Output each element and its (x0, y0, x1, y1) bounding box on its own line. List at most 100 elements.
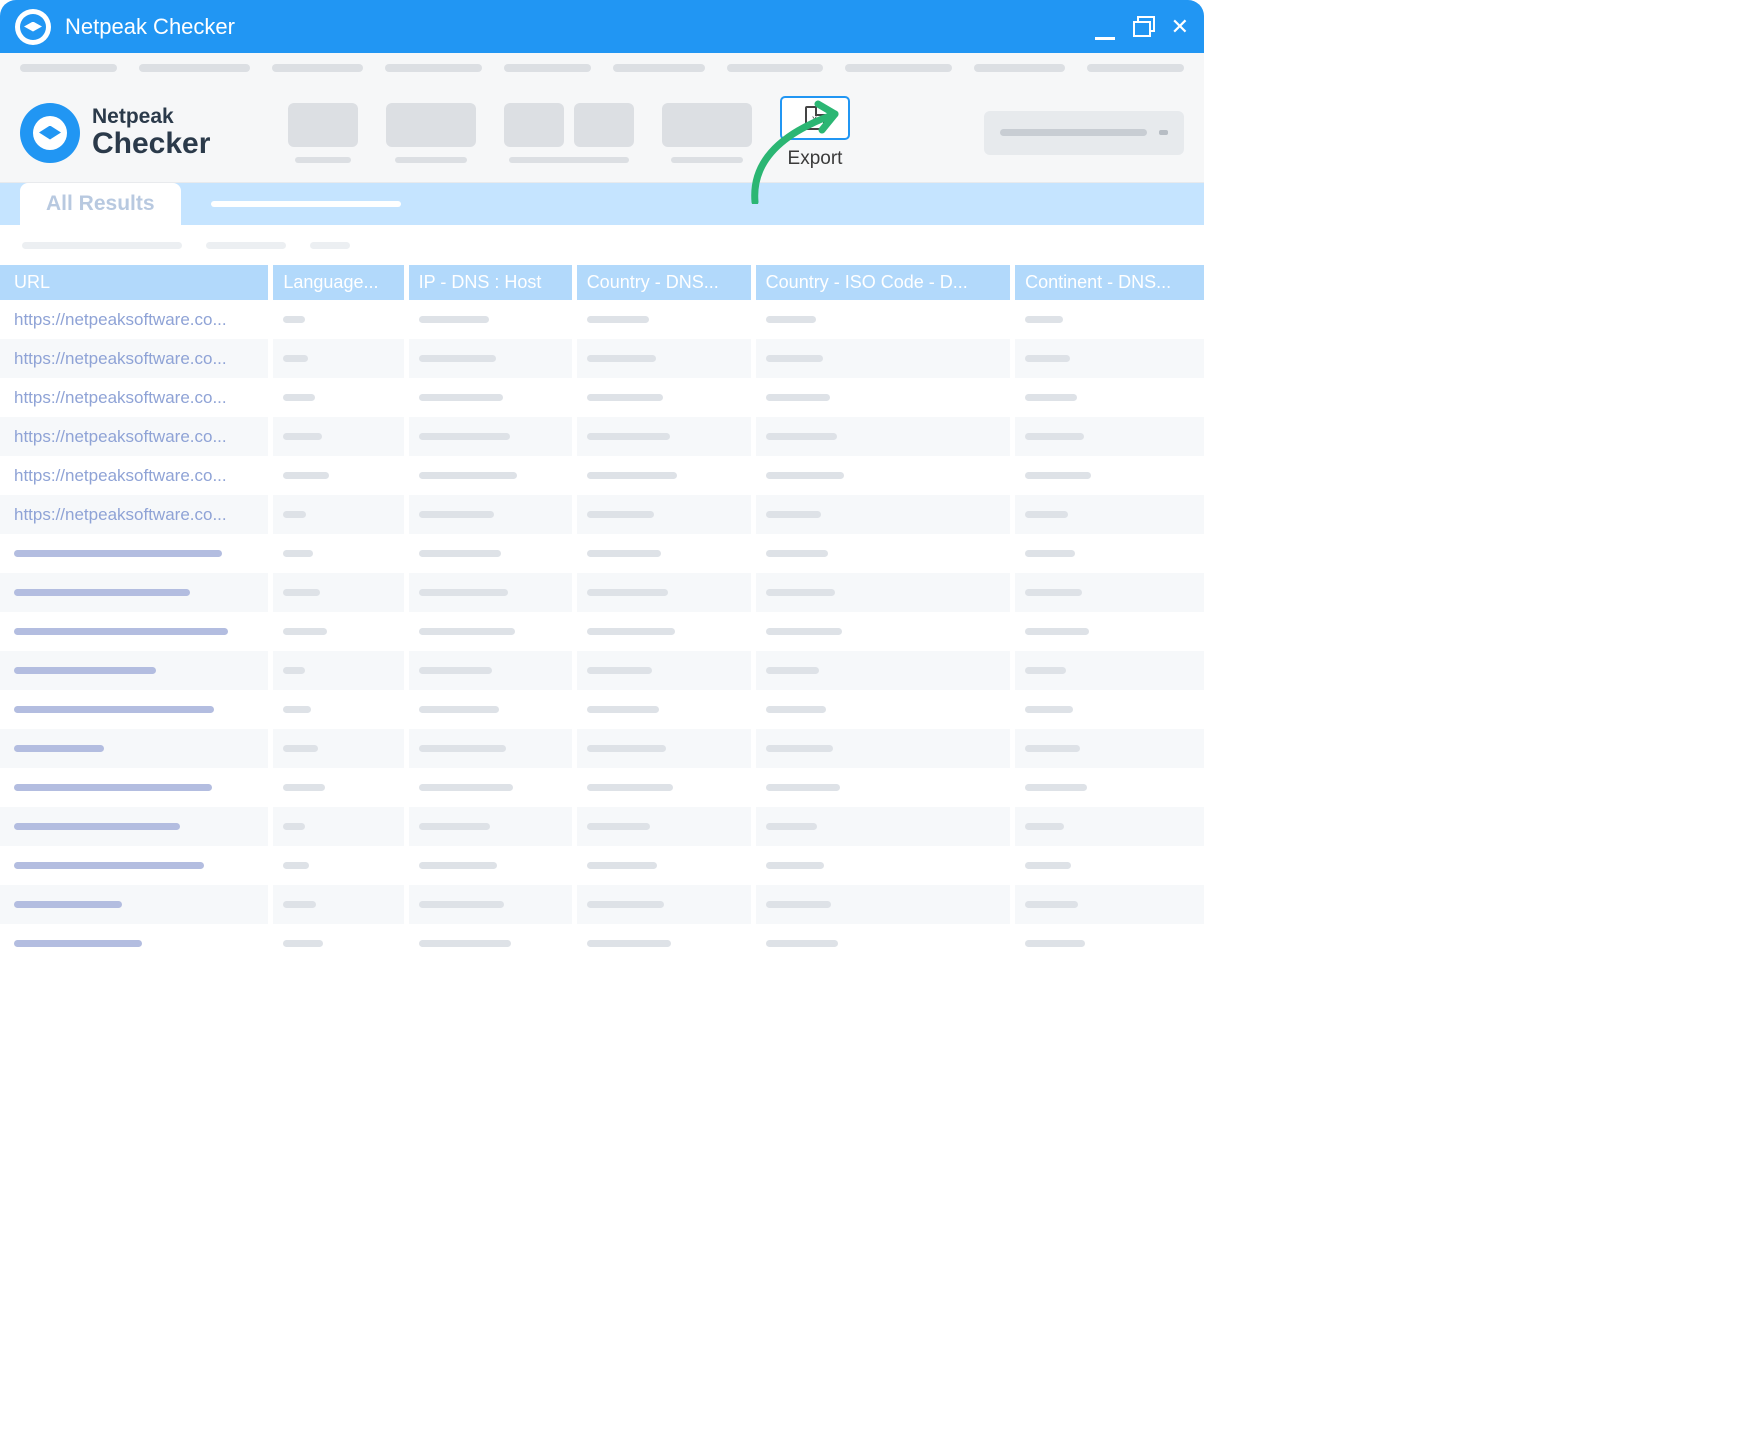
filter-control[interactable] (206, 242, 286, 249)
tab-all-results[interactable]: All Results (20, 183, 181, 225)
cell-url[interactable] (0, 924, 268, 963)
cell (577, 729, 751, 768)
cell (409, 495, 572, 534)
cell-url[interactable] (0, 534, 268, 573)
cell-url[interactable] (0, 651, 268, 690)
table-row[interactable]: https://netpeaksoftware.co... (0, 339, 1204, 378)
tab-label: All Results (46, 192, 155, 216)
minimize-button[interactable] (1095, 16, 1115, 38)
cell-url[interactable] (0, 573, 268, 612)
cell-url[interactable]: https://netpeaksoftware.co... (0, 495, 268, 534)
cell (273, 924, 403, 963)
cell-url[interactable] (0, 885, 268, 924)
cell-url[interactable]: https://netpeaksoftware.co... (0, 339, 268, 378)
app-logo: Netpeak Checker (20, 103, 260, 163)
cell (756, 846, 1010, 885)
table-body: https://netpeaksoftware.co...https://net… (0, 300, 1204, 963)
table-row[interactable] (0, 807, 1204, 846)
table-row[interactable] (0, 651, 1204, 690)
cell (756, 768, 1010, 807)
cell (756, 612, 1010, 651)
close-button[interactable]: ✕ (1171, 16, 1189, 38)
filter-control[interactable] (22, 242, 182, 249)
cell (1015, 768, 1204, 807)
cell (577, 495, 751, 534)
cell-url[interactable]: https://netpeaksoftware.co... (0, 300, 268, 339)
table-row[interactable]: https://netpeaksoftware.co... (0, 300, 1204, 339)
table-row[interactable] (0, 690, 1204, 729)
column-language[interactable]: Language... (273, 265, 403, 300)
cell-url[interactable] (0, 807, 268, 846)
table-row[interactable] (0, 846, 1204, 885)
cell (273, 885, 403, 924)
cell (409, 885, 572, 924)
cell (1015, 417, 1204, 456)
cell (756, 573, 1010, 612)
table-row[interactable]: https://netpeaksoftware.co... (0, 378, 1204, 417)
cell (577, 651, 751, 690)
table-row[interactable] (0, 729, 1204, 768)
filter-control[interactable] (310, 242, 350, 249)
column-country[interactable]: Country - DNS... (577, 265, 751, 300)
menu-item[interactable] (974, 64, 1066, 72)
table-row[interactable] (0, 924, 1204, 963)
cell (756, 651, 1010, 690)
tab[interactable] (211, 201, 401, 207)
menu-item[interactable] (139, 64, 250, 72)
menu-item[interactable] (1087, 64, 1184, 72)
column-ip[interactable]: IP - DNS : Host (409, 265, 572, 300)
cell-url[interactable]: https://netpeaksoftware.co... (0, 378, 268, 417)
column-continent[interactable]: Continent - DNS... (1015, 265, 1204, 300)
column-url[interactable]: URL (0, 265, 268, 300)
table-row[interactable] (0, 768, 1204, 807)
toolbar-button[interactable] (288, 103, 358, 163)
cell (273, 729, 403, 768)
cell-url[interactable] (0, 846, 268, 885)
cell (756, 495, 1010, 534)
toolbar-button[interactable] (386, 103, 476, 163)
cell (577, 924, 751, 963)
cell (1015, 534, 1204, 573)
cell (577, 768, 751, 807)
cell-url[interactable] (0, 768, 268, 807)
table-row[interactable]: https://netpeaksoftware.co... (0, 456, 1204, 495)
cell-url[interactable]: https://netpeaksoftware.co... (0, 456, 268, 495)
cell (756, 534, 1010, 573)
menu-item[interactable] (613, 64, 705, 72)
cell (273, 378, 403, 417)
cell (409, 339, 572, 378)
menu-item[interactable] (272, 64, 364, 72)
export-button[interactable]: Export (780, 96, 850, 170)
toolbar-dropdown[interactable] (984, 111, 1184, 155)
cell (1015, 573, 1204, 612)
menu-item[interactable] (504, 64, 591, 72)
toolbar-button[interactable] (662, 103, 752, 163)
maximize-button[interactable] (1133, 16, 1153, 38)
cell-url[interactable] (0, 729, 268, 768)
menu-item[interactable] (385, 64, 482, 72)
table-row[interactable] (0, 885, 1204, 924)
app-icon (15, 9, 51, 45)
toolbar-button[interactable] (504, 103, 564, 147)
table-row[interactable]: https://netpeaksoftware.co... (0, 417, 1204, 456)
cell-url[interactable]: https://netpeaksoftware.co... (0, 417, 268, 456)
table-row[interactable] (0, 612, 1204, 651)
table-row[interactable] (0, 573, 1204, 612)
menu-item[interactable] (20, 64, 117, 72)
logo-icon (20, 103, 80, 163)
menubar (0, 53, 1204, 83)
cell (409, 534, 572, 573)
cell (756, 300, 1010, 339)
cell (1015, 378, 1204, 417)
table-row[interactable]: https://netpeaksoftware.co... (0, 495, 1204, 534)
menu-item[interactable] (727, 64, 824, 72)
cell-url[interactable] (0, 690, 268, 729)
cell (409, 729, 572, 768)
column-iso[interactable]: Country - ISO Code - D... (756, 265, 1010, 300)
menu-item[interactable] (845, 64, 951, 72)
cell (577, 456, 751, 495)
table-row[interactable] (0, 534, 1204, 573)
cell (273, 807, 403, 846)
toolbar-button[interactable] (574, 103, 634, 147)
cell-url[interactable] (0, 612, 268, 651)
